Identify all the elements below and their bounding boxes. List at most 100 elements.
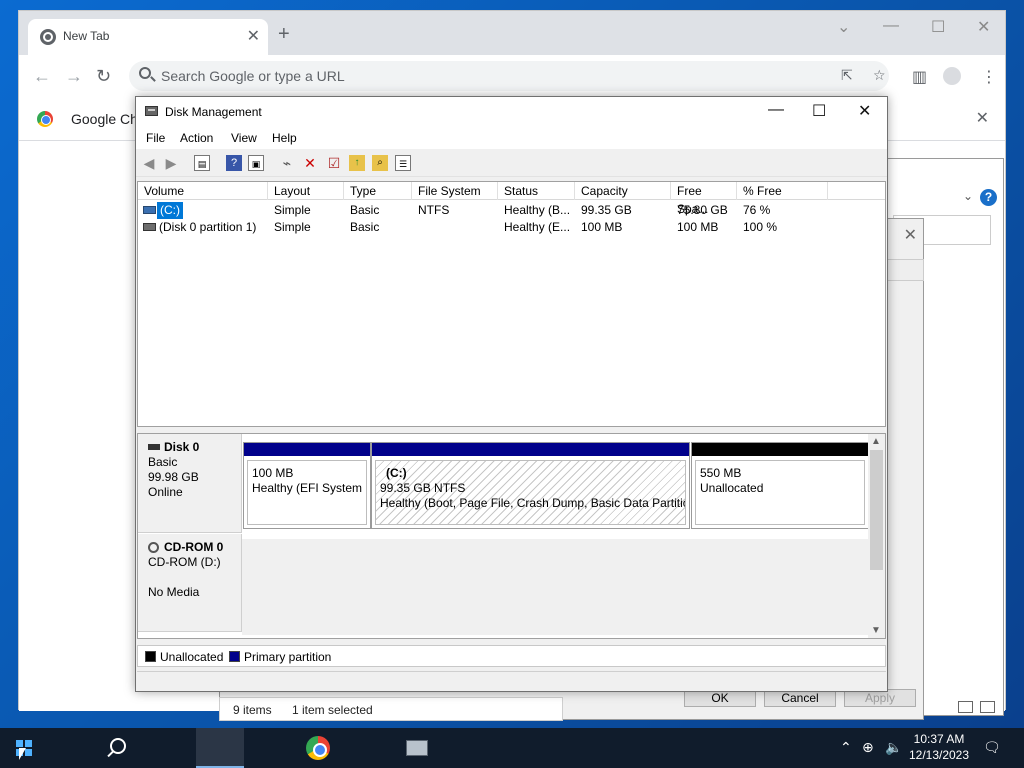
disk-icon (148, 444, 160, 450)
explore-search-icon[interactable]: ⌕ (372, 155, 388, 171)
cdrom-0-label[interactable]: CD-ROM 0 CD-ROM (D:) No Media (138, 534, 242, 632)
settings-list-icon[interactable]: ☰ (395, 155, 411, 171)
infobar-close-icon[interactable]: ✕ (976, 108, 989, 128)
cdrom-drive: CD-ROM (D:) (148, 555, 221, 569)
volume-row-c[interactable]: (C:) Simple Basic NTFS Healthy (B... 99.… (138, 202, 885, 219)
partition-label: (C:) (386, 466, 407, 480)
clock[interactable]: 10:37 AM 12/13/2023 (905, 731, 973, 763)
minimize-icon[interactable]: — (883, 17, 899, 35)
network-icon[interactable]: ⊕ (862, 739, 874, 756)
cdrom-media: No Media (148, 585, 200, 599)
menu-help[interactable]: Help (272, 131, 297, 145)
column-percent-free[interactable]: % Free (737, 182, 828, 200)
chrome-toolbar: ← → ↻ Search Google or type a URL ⇱ ☆ ▥ … (19, 55, 1005, 97)
back-arrow-icon[interactable]: ← (33, 66, 51, 87)
legend-primary: Primary partition (244, 650, 332, 664)
disk-management-app-icon (145, 106, 158, 116)
clock-date: 12/13/2023 (908, 748, 970, 762)
disk-management-taskbar-button[interactable] (196, 728, 428, 768)
delete-icon[interactable]: ✕ (302, 155, 318, 171)
partition-unallocated[interactable]: 550 MB Unallocated (691, 442, 869, 529)
details-view-icon[interactable] (958, 701, 973, 713)
disk-0-name: Disk 0 (148, 440, 241, 455)
forward-icon[interactable]: ▶ (163, 155, 179, 171)
column-status[interactable]: Status (498, 182, 575, 200)
scroll-thumb[interactable] (870, 450, 883, 570)
scroll-down-icon[interactable]: ▼ (871, 625, 881, 636)
new-tab-button[interactable]: + (278, 23, 290, 46)
partition-size: 100 MB (252, 466, 294, 480)
column-free-space[interactable]: Free Spa... (671, 182, 737, 216)
menu-action[interactable]: Action (180, 131, 213, 145)
partition-body: 550 MB Unallocated (695, 460, 865, 525)
properties-close-icon[interactable]: ✕ (904, 225, 917, 245)
close-icon[interactable]: ✕ (977, 17, 990, 37)
volume-percent-free: 100 % (743, 220, 778, 234)
explorer-status-bar: 9 items 1 item selected (219, 697, 563, 721)
file-explorer-button[interactable] (97, 728, 230, 768)
partition-body: (C:) 99.35 GB NTFS Healthy (Boot, Page F… (375, 460, 686, 525)
volume-row-partition-1[interactable]: (Disk 0 partition 1) Simple Basic Health… (138, 219, 885, 236)
menu-kebab-icon[interactable]: ⋮ (981, 67, 997, 87)
menu-file[interactable]: File (146, 131, 165, 145)
volume-muted-icon[interactable]: 🔈 (885, 739, 902, 756)
maximize-icon[interactable]: ☐ (931, 17, 945, 37)
column-capacity[interactable]: Capacity (575, 182, 671, 200)
back-icon[interactable]: ◀ (141, 155, 157, 171)
reload-icon[interactable]: ↻ (96, 66, 111, 87)
partition-c[interactable]: (C:) 99.35 GB NTFS Healthy (Boot, Page F… (371, 442, 690, 529)
cdrom-area (242, 539, 869, 635)
volume-list: Volume Layout Type File System Status Ca… (137, 181, 886, 427)
tab-close-icon[interactable]: ✕ (247, 26, 260, 46)
tab-search-chevron-icon[interactable]: ⌄ (837, 17, 850, 37)
action-pane-icon[interactable]: ▣ (248, 155, 264, 171)
address-bar[interactable]: Search Google or type a URL ⇱ ☆ (129, 61, 889, 91)
search-icon (139, 67, 151, 79)
profile-avatar-icon[interactable] (943, 67, 961, 85)
dm-minimize-icon[interactable]: — (768, 101, 784, 119)
chevron-up-icon[interactable]: ⌃ (840, 739, 852, 756)
chrome-taskbar-button[interactable] (146, 728, 330, 768)
console-tree-icon[interactable]: ▤ (194, 155, 210, 171)
volume-capacity: 100 MB (581, 220, 623, 234)
volume-status: Healthy (B... (504, 203, 571, 217)
notification-icon[interactable]: 🗨 (983, 739, 1001, 756)
search-button[interactable] (48, 728, 126, 768)
share-icon[interactable]: ⇱ (841, 67, 853, 84)
view-toggle-icons (958, 701, 998, 715)
help-icon[interactable]: ? (980, 189, 997, 206)
dm-title-bar[interactable]: Disk Management — ☐ ✕ (136, 97, 887, 127)
properties-check-icon[interactable]: ☑ (326, 155, 342, 171)
disk-0-label[interactable]: Disk 0 Basic 99.98 GB Online (138, 434, 242, 533)
volume-percent-free: 76 % (743, 203, 771, 217)
tab-new-tab[interactable]: New Tab ✕ (28, 19, 268, 55)
disk-graphical-view: Disk 0 Basic 99.98 GB Online 100 MB Heal… (137, 433, 886, 639)
column-type[interactable]: Type (344, 182, 412, 200)
scroll-up-icon[interactable]: ▲ (871, 436, 881, 447)
forward-arrow-icon[interactable]: → (65, 66, 83, 87)
bg-chevron-down-icon[interactable]: ⌄ (963, 189, 973, 203)
window-title: Disk Management (165, 105, 262, 119)
graph-vertical-scrollbar[interactable]: ▲ ▼ (868, 434, 885, 638)
column-layout[interactable]: Layout (268, 182, 344, 200)
legend: Unallocated Primary partition (137, 645, 886, 667)
dm-close-icon[interactable]: ✕ (858, 101, 871, 121)
unallocated-swatch (145, 651, 156, 662)
side-panel-icon[interactable]: ▥ (912, 67, 927, 87)
partition-efi[interactable]: 100 MB Healthy (EFI System P (243, 442, 371, 529)
volume-icon (143, 223, 156, 231)
partition-bar (244, 443, 370, 456)
menu-view[interactable]: View (231, 131, 257, 145)
menu-bar: File Action View Help (136, 127, 887, 149)
column-volume[interactable]: Volume (138, 182, 268, 200)
help-book-icon[interactable]: ? (226, 155, 242, 171)
volume-layout: Simple (274, 220, 311, 234)
bookmark-star-icon[interactable]: ☆ (873, 67, 886, 84)
column-file-system[interactable]: File System (412, 182, 498, 200)
volume-name: (Disk 0 partition 1) (159, 220, 257, 234)
connect-drive-icon[interactable]: ⌁ (279, 155, 295, 171)
dm-maximize-icon[interactable]: ☐ (812, 101, 826, 121)
open-folder-icon[interactable]: ↑ (349, 155, 365, 171)
large-icons-view-icon[interactable] (980, 701, 995, 713)
cd-icon (148, 542, 159, 553)
